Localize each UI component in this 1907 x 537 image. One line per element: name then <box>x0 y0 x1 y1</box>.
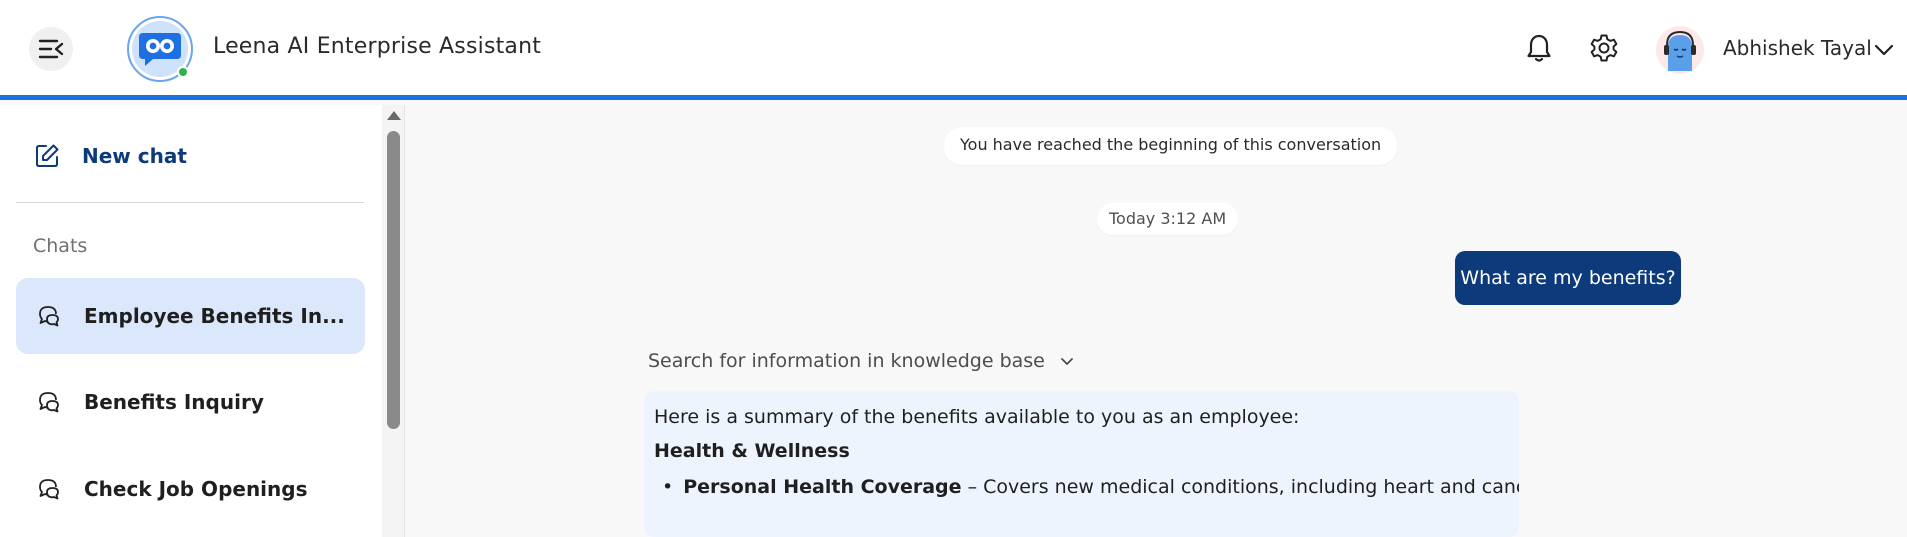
menu-collapse-icon <box>38 39 64 59</box>
sidebar-item-employee-benefits[interactable]: Employee Benefits In... <box>16 278 365 354</box>
user-message-text: What are my benefits? <box>1460 267 1676 289</box>
scrollbar-thumb[interactable] <box>387 131 400 429</box>
bullet-text: – Covers new medical conditions, includi… <box>967 476 1519 498</box>
assistant-logo <box>127 16 193 82</box>
avatar[interactable] <box>1656 26 1704 74</box>
sidebar-item-benefits-inquiry[interactable]: Benefits Inquiry <box>16 364 365 440</box>
avatar-character-icon <box>1664 30 1696 71</box>
assistant-answer-card: Here is a summary of the benefits availa… <box>644 391 1519 537</box>
answer-intro: Here is a summary of the benefits availa… <box>654 406 1300 428</box>
bullet-title: Personal Health Coverage <box>683 476 962 498</box>
chats-heading: Chats <box>33 235 88 257</box>
sidebar-item-label: Employee Benefits In... <box>84 304 345 328</box>
bullet-dot: • <box>662 476 674 498</box>
sidebar: New chat Chats Employee Benefits In... B… <box>0 105 382 537</box>
sidebar-scrollbar[interactable] <box>382 105 404 537</box>
settings-button[interactable] <box>1584 28 1624 68</box>
knowledge-base-search-step[interactable]: Search for information in knowledge base <box>648 350 1075 372</box>
bell-icon <box>1527 34 1551 62</box>
chevron-down-icon[interactable] <box>1872 38 1896 62</box>
chat-bubbles-icon <box>39 392 59 413</box>
edit-icon <box>36 144 59 167</box>
bullet-content: Personal Health Coverage – Covers new me… <box>683 476 1519 498</box>
app-title: Leena AI Enterprise Assistant <box>213 34 542 59</box>
new-chat-button[interactable]: New chat <box>16 127 364 185</box>
new-chat-label: New chat <box>82 144 187 168</box>
tool-step-label: Search for information in knowledge base <box>648 350 1045 372</box>
chevron-down-icon <box>1060 358 1073 365</box>
chat-bubbles-icon <box>39 479 59 500</box>
panel-divider <box>404 105 405 537</box>
sidebar-item-check-job-openings[interactable]: Check Job Openings <box>16 451 365 527</box>
top-header: Leena AI Enterprise Assistant Abhishek T… <box>0 0 1907 100</box>
user-message-bubble: What are my benefits? <box>1455 251 1681 305</box>
scroll-up-arrow-icon[interactable] <box>387 111 401 120</box>
answer-heading: Health & Wellness <box>654 440 850 462</box>
message-timestamp: Today 3:12 AM <box>1097 203 1239 235</box>
sidebar-divider <box>16 202 364 203</box>
answer-bullet-item: • Personal Health Coverage – Covers new … <box>654 476 1519 498</box>
conversation-start-notice: You have reached the beginning of this c… <box>944 127 1398 165</box>
online-status-dot <box>177 66 189 78</box>
menu-collapse-button[interactable] <box>29 27 73 71</box>
notifications-button[interactable] <box>1519 28 1559 68</box>
sidebar-item-label: Check Job Openings <box>84 477 308 501</box>
gear-icon <box>1590 34 1618 62</box>
chat-bubbles-icon <box>39 306 59 327</box>
sidebar-item-label: Benefits Inquiry <box>84 390 264 414</box>
user-name[interactable]: Abhishek Tayal <box>1723 36 1872 60</box>
chat-bubble-eyes-icon <box>139 33 181 66</box>
